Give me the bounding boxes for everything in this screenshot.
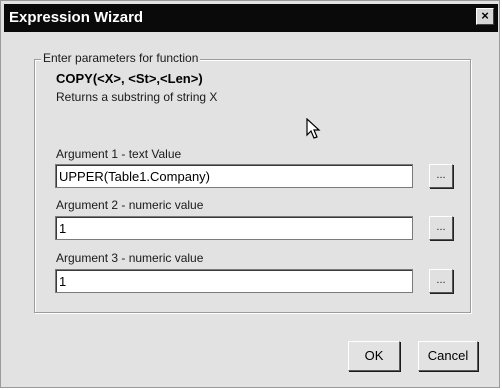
argument-2-input[interactable] [55, 216, 413, 240]
function-signature: COPY(<X>, <St>,<Len>) [56, 71, 203, 86]
argument-2-label: Argument 2 - numeric value [56, 198, 204, 212]
mouse-pointer-icon [306, 118, 321, 139]
function-description: Returns a substring of string X [56, 90, 218, 104]
expression-wizard-dialog: Expression Wizard × Enter parameters for… [0, 0, 500, 388]
argument-1-label: Argument 1 - text Value [56, 147, 182, 161]
argument-2-browse-button[interactable]: ... [429, 216, 453, 240]
cancel-button[interactable]: Cancel [418, 341, 478, 371]
argument-1-browse-button[interactable]: ... [429, 164, 453, 188]
argument-3-input[interactable] [55, 269, 413, 293]
close-button[interactable]: × [476, 8, 494, 25]
title-bar[interactable]: Expression Wizard × [4, 4, 498, 32]
close-icon: × [481, 8, 489, 23]
group-label: Enter parameters for function [41, 51, 201, 65]
window-title: Expression Wizard [9, 9, 144, 26]
argument-3-label: Argument 3 - numeric value [56, 251, 204, 265]
argument-3-browse-button[interactable]: ... [429, 269, 453, 293]
ok-button[interactable]: OK [348, 341, 400, 371]
argument-1-input[interactable] [55, 164, 413, 188]
